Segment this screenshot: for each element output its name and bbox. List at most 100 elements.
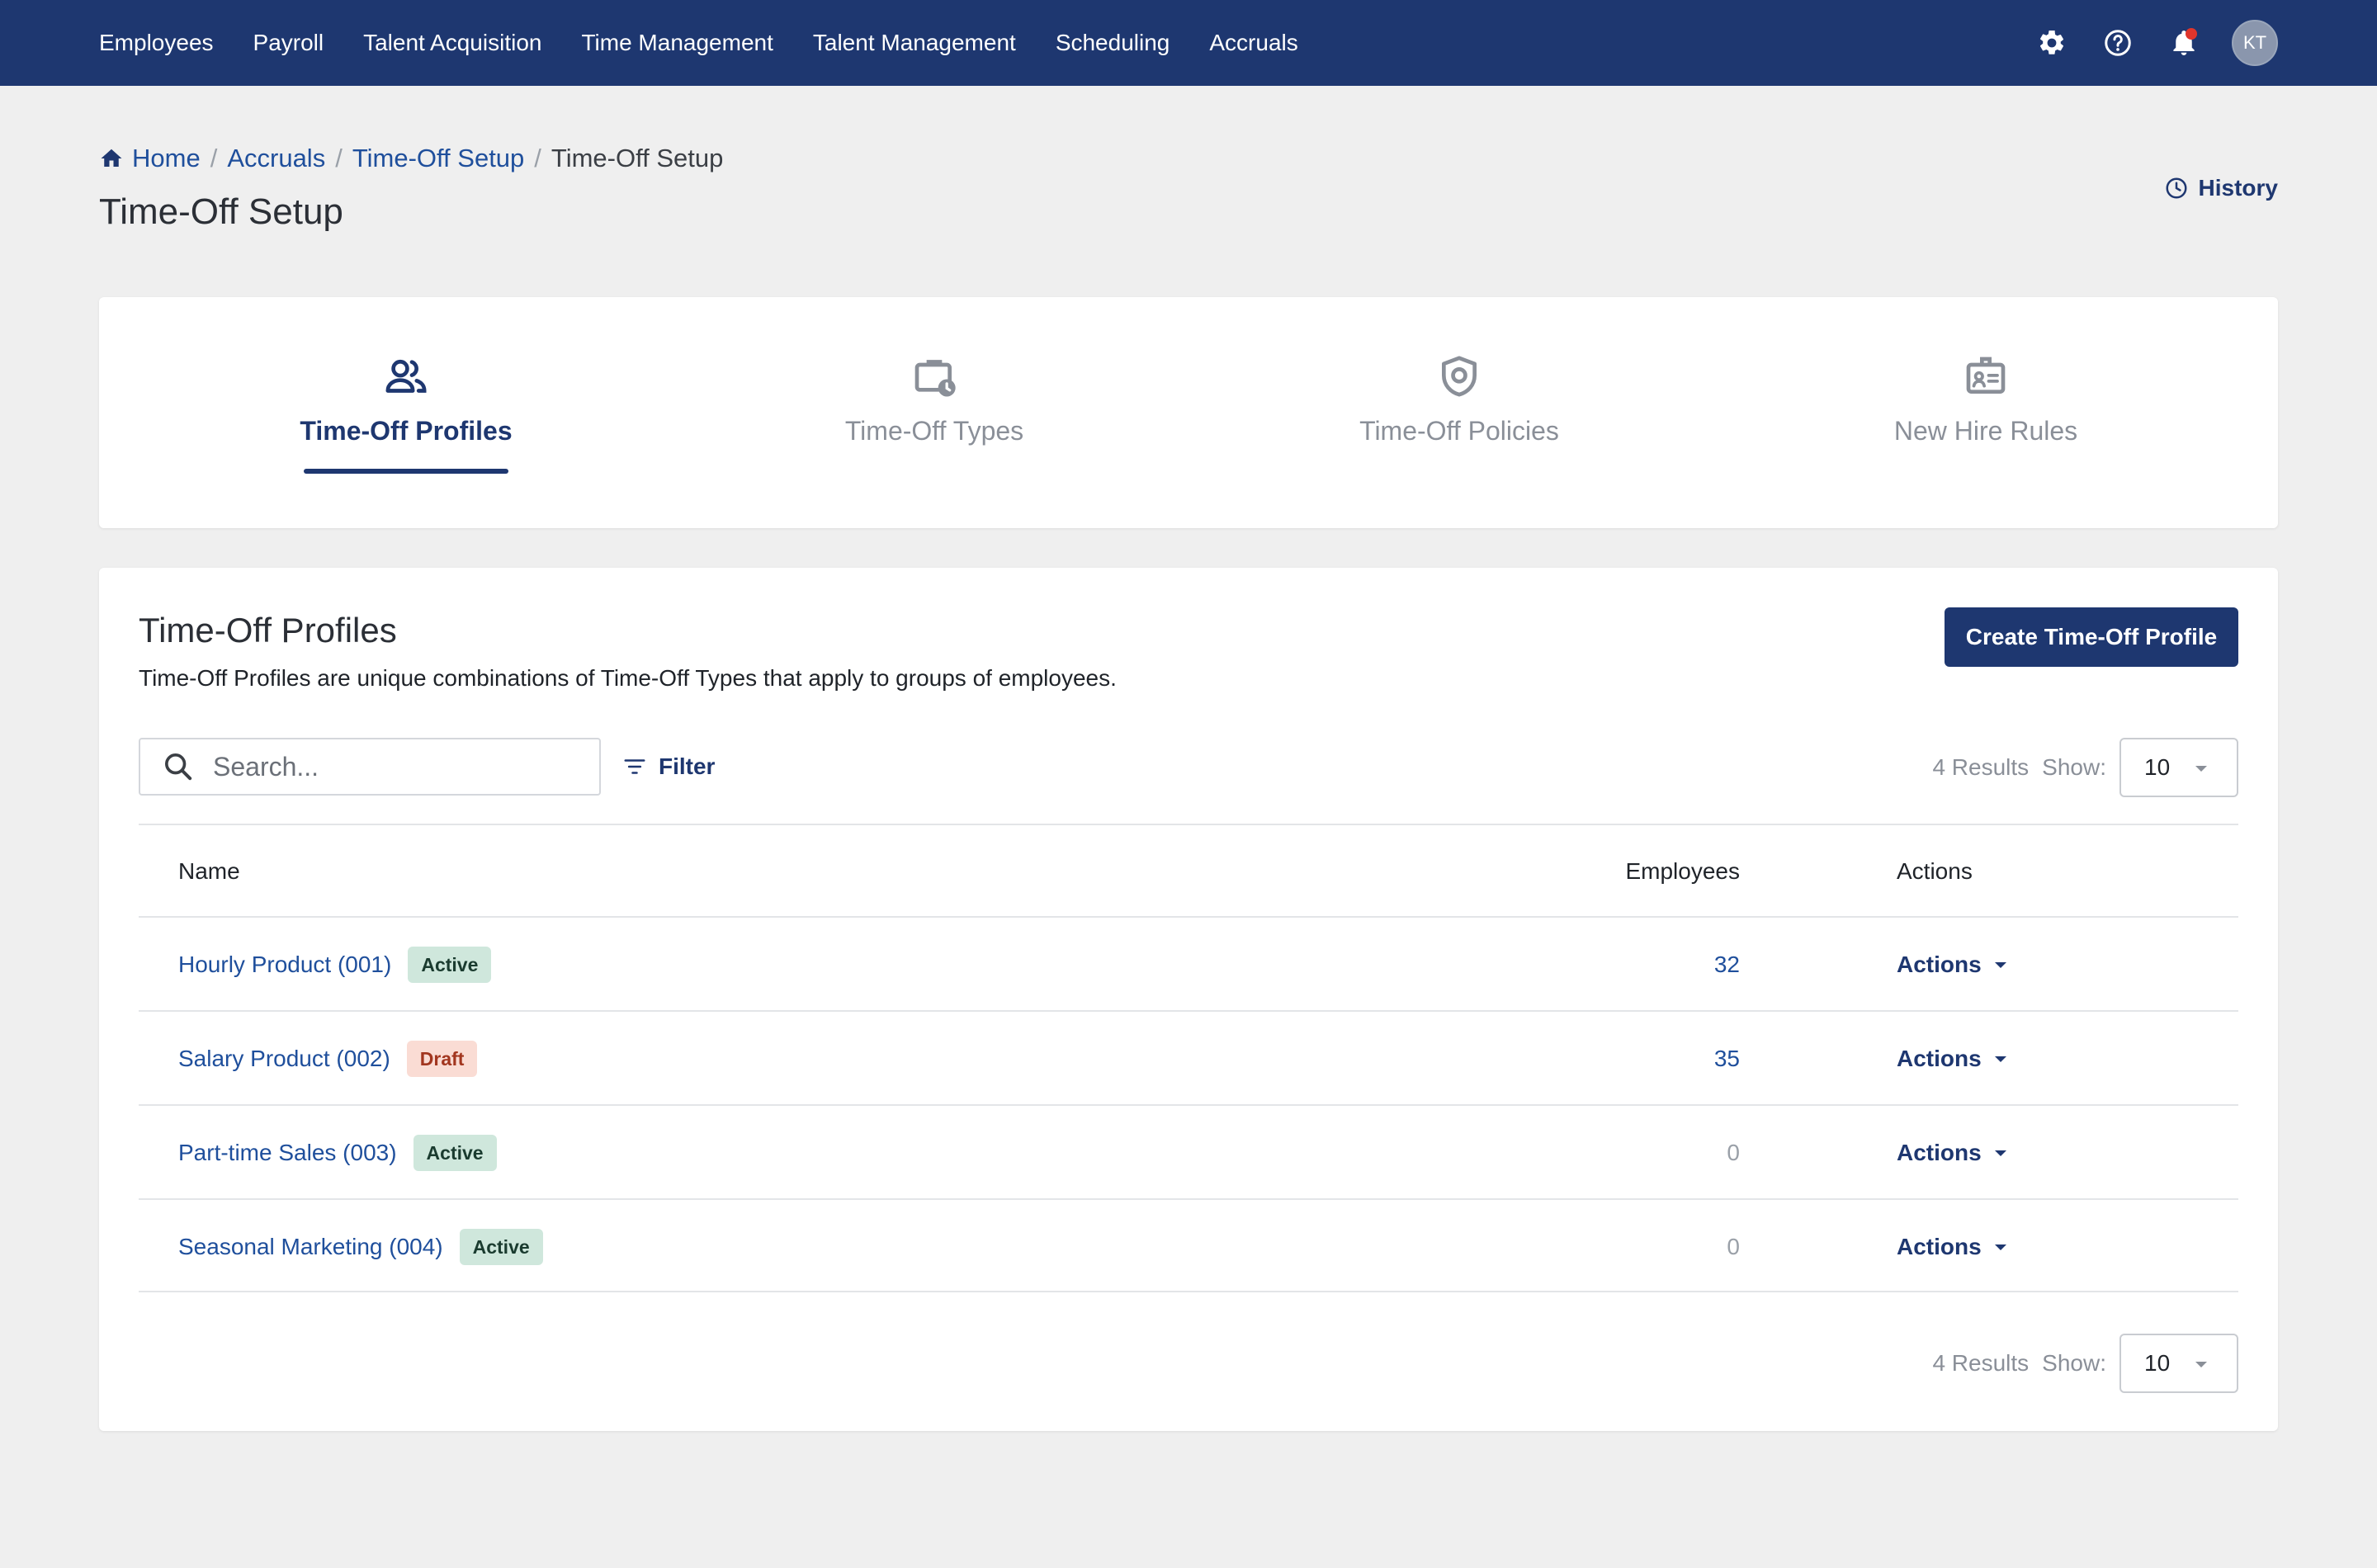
employee-count[interactable]: 35 [1542, 1012, 1740, 1106]
results-summary-bottom: 4 Results Show: 10 [1932, 1334, 2238, 1393]
active-tab-indicator [304, 469, 508, 474]
breadcrumb-separator: / [534, 144, 541, 172]
top-nav-bar: Employees Payroll Talent Acquisition Tim… [0, 0, 2377, 86]
results-count: 4 Results [1932, 1350, 2030, 1376]
tab-new-hire-rules[interactable]: New Hire Rules [1890, 297, 2082, 528]
chevron-down-icon [2195, 766, 2207, 772]
row-actions-dropdown[interactable]: Actions [1897, 1200, 2006, 1294]
breadcrumb-home[interactable]: Home [132, 144, 201, 173]
actions-label: Actions [1897, 1046, 1982, 1071]
breadcrumb-separator: / [335, 144, 343, 172]
results-count: 4 Results [1932, 754, 2030, 780]
tab-label: Time-Off Policies [1359, 416, 1559, 446]
help-icon[interactable] [2100, 25, 2136, 61]
filter-label: Filter [659, 753, 716, 779]
page-size-select[interactable]: 10 [2119, 738, 2238, 797]
notification-dot [2186, 28, 2197, 40]
status-badge: Draft [406, 1041, 478, 1077]
column-header-employees[interactable]: Employees [1542, 825, 1740, 918]
shield-icon [1442, 356, 1477, 397]
briefcase-clock-icon [914, 360, 956, 397]
section-description: Time-Off Profiles are unique combination… [139, 665, 1117, 691]
tab-label: New Hire Rules [1893, 416, 2078, 446]
nav-payroll[interactable]: Payroll [253, 30, 324, 56]
tab-label: Time-Off Profiles [300, 416, 513, 446]
nav-accruals[interactable]: Accruals [1209, 30, 1297, 56]
employee-count[interactable]: 32 [1542, 918, 1740, 1012]
gear-icon[interactable] [2034, 25, 2070, 61]
status-badge: Active [408, 947, 492, 983]
setup-tabs: Time-Off Profiles Time-Off Types Time-Of… [99, 297, 2278, 528]
row-actions-dropdown[interactable]: Actions [1897, 1106, 2006, 1200]
results-summary-top: 4 Results Show: 10 [1932, 738, 2238, 797]
page-title: Time-Off Setup [99, 191, 343, 232]
tab-time-off-policies[interactable]: Time-Off Policies [1354, 297, 1565, 528]
profile-name-link[interactable]: Part-time Sales (003) [178, 1140, 397, 1166]
column-header-name[interactable]: Name [178, 825, 240, 918]
home-icon [101, 149, 122, 167]
tab-time-off-profiles[interactable]: Time-Off Profiles [300, 297, 513, 528]
breadcrumb-current: Time-Off Setup [551, 144, 724, 172]
nav-employees[interactable]: Employees [99, 30, 214, 56]
main-menu: Employees Payroll Talent Acquisition Tim… [99, 0, 1338, 86]
page-size-value: 10 [2144, 1350, 2171, 1376]
history-label: History [2198, 175, 2278, 201]
profile-name-link[interactable]: Hourly Product (001) [178, 952, 391, 978]
nav-right-tools: KT [2034, 0, 2278, 86]
create-time-off-profile-button[interactable]: Create Time-Off Profile [1945, 607, 2238, 667]
chevron-down-icon [1994, 1056, 2006, 1062]
history-button[interactable]: History [2164, 175, 2278, 201]
chevron-down-icon [1994, 961, 2006, 968]
tab-label: Time-Off Types [844, 416, 1024, 446]
employee-count: 0 [1727, 1234, 1740, 1259]
profiles-table: Name Employees Actions Hourly Product (0… [139, 824, 2238, 1292]
name-cell: Hourly Product (001) Active [178, 918, 492, 1012]
breadcrumb-accruals[interactable]: Accruals [227, 144, 325, 173]
table-row: Seasonal Marketing (004) Active 0 Action… [139, 1198, 2238, 1292]
profile-name-link[interactable]: Seasonal Marketing (004) [178, 1234, 443, 1260]
people-icon [385, 359, 427, 393]
show-label: Show: [2042, 754, 2106, 780]
actions-label: Actions [1897, 952, 1982, 977]
nav-talent-acquisition[interactable]: Talent Acquisition [363, 30, 541, 56]
chevron-down-icon [2195, 1362, 2207, 1367]
profile-name-link[interactable]: Salary Product (002) [178, 1046, 390, 1072]
profiles-card: Time-Off Profiles Time-Off Profiles are … [99, 568, 2278, 1431]
page-size-value: 10 [2144, 754, 2171, 780]
employee-count: 0 [1727, 1140, 1740, 1165]
breadcrumb-separator: / [210, 144, 218, 172]
nav-talent-management[interactable]: Talent Management [813, 30, 1016, 56]
table-header-row: Name Employees Actions [139, 824, 2238, 916]
breadcrumb: Home / Accruals / Time-Off Setup / Time-… [99, 144, 723, 173]
status-badge: Active [459, 1229, 543, 1265]
name-cell: Seasonal Marketing (004) Active [178, 1200, 543, 1294]
actions-label: Actions [1897, 1234, 1982, 1259]
chevron-down-icon [1994, 1150, 2006, 1156]
column-header-actions: Actions [1897, 858, 1973, 884]
avatar[interactable]: KT [2232, 20, 2278, 66]
nav-time-management[interactable]: Time Management [581, 30, 773, 56]
id-badge-icon [1966, 357, 2006, 394]
status-badge: Active [413, 1135, 497, 1171]
nav-scheduling[interactable]: Scheduling [1056, 30, 1170, 56]
actions-label: Actions [1897, 1140, 1982, 1165]
filter-icon [624, 759, 645, 774]
page-size-select[interactable]: 10 [2119, 1334, 2238, 1393]
table-row: Part-time Sales (003) Active 0 Actions [139, 1104, 2238, 1198]
filter-button[interactable]: Filter [622, 748, 715, 786]
search-field[interactable] [139, 738, 601, 796]
bell-icon[interactable] [2166, 25, 2202, 61]
chevron-down-icon [1994, 1244, 2006, 1250]
table-row: Salary Product (002) Draft 35 Actions [139, 1010, 2238, 1104]
show-label: Show: [2042, 1350, 2106, 1376]
table-row: Hourly Product (001) Active 32 Actions [139, 916, 2238, 1010]
search-icon [165, 753, 192, 781]
row-actions-dropdown[interactable]: Actions [1897, 1012, 2006, 1106]
section-title: Time-Off Profiles [139, 611, 397, 649]
search-input[interactable] [213, 751, 576, 782]
row-actions-dropdown[interactable]: Actions [1897, 918, 2006, 1012]
name-cell: Salary Product (002) Draft [178, 1012, 478, 1106]
clock-icon [2166, 177, 2187, 199]
breadcrumb-time-off-setup[interactable]: Time-Off Setup [352, 144, 524, 173]
tab-time-off-types[interactable]: Time-Off Types [839, 297, 1030, 528]
